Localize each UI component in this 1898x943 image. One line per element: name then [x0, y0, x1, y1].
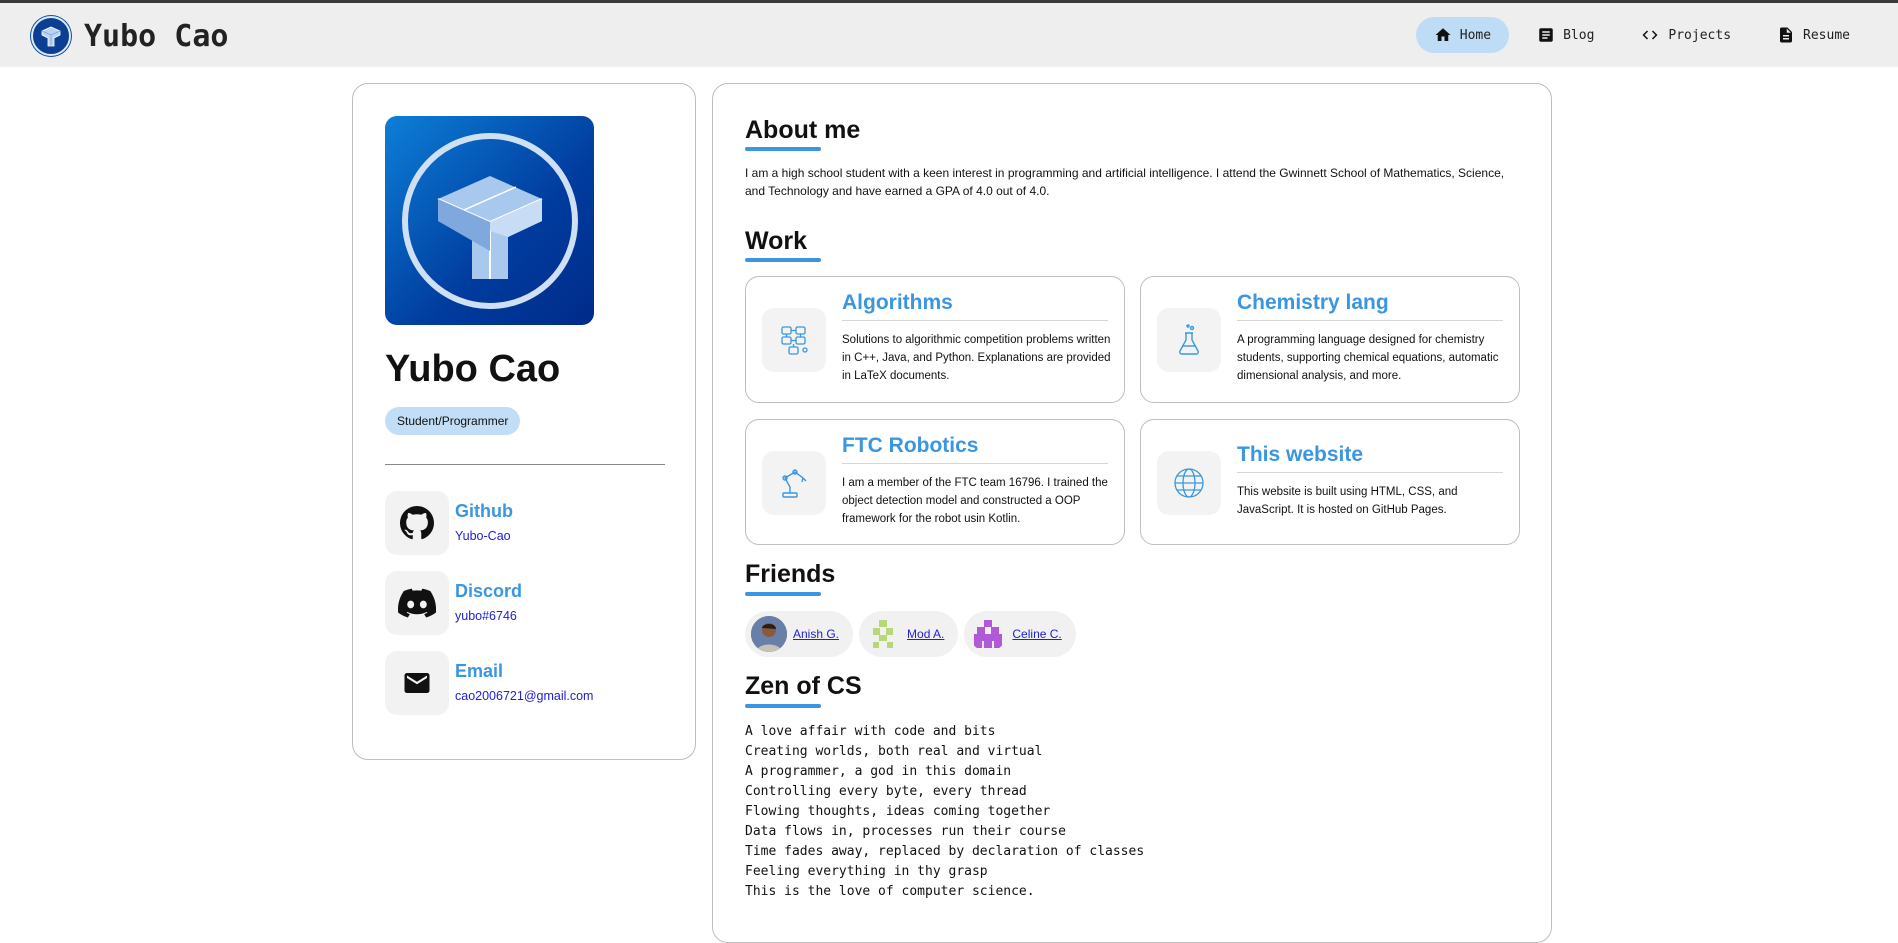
navbar: Yubo Cao Home Blog Projects Resume	[0, 3, 1898, 67]
work-card-algorithms[interactable]: Algorithms Solutions to algorithmic comp…	[745, 276, 1125, 403]
nav-projects[interactable]: Projects	[1622, 17, 1749, 53]
main-nav: Home Blog Projects Resume	[1406, 17, 1868, 53]
zen-line: Controlling every byte, every thread	[745, 784, 1027, 799]
zen-line: Data flows in, processes run their cours…	[745, 824, 1066, 839]
zen-line: Creating worlds, both real and virtual	[745, 744, 1043, 759]
work-desc-algorithms: Solutions to algorithmic competition pro…	[842, 334, 1111, 382]
friend-chip[interactable]: Celine C.	[964, 611, 1076, 657]
friend-avatar	[970, 616, 1006, 652]
globe-icon-box	[1157, 451, 1221, 515]
zen-underline	[745, 704, 821, 708]
about-underline	[745, 147, 821, 151]
logo-icon	[30, 15, 72, 57]
role-badge: Student/Programmer	[385, 407, 521, 435]
article-icon	[1539, 28, 1553, 42]
friend-avatar	[865, 616, 901, 652]
work-title-website: This website	[1237, 443, 1364, 466]
document-icon	[1780, 27, 1793, 43]
work-divider	[842, 463, 1108, 464]
work-divider	[842, 320, 1108, 321]
home-icon	[1435, 28, 1451, 41]
friends-title: Friends	[745, 560, 836, 588]
work-card-chemistry[interactable]: Chemistry lang A programming language de…	[1140, 276, 1520, 403]
about-text: I am a high school student with a keen i…	[745, 166, 1505, 198]
zen-line: A love affair with code and bits	[745, 724, 996, 739]
profile-avatar	[385, 116, 594, 325]
zen-poem: A love affair with code and bits Creatin…	[745, 722, 1144, 902]
work-desc-chemistry: A programming language designed for chem…	[1237, 334, 1499, 382]
work-divider	[1237, 472, 1503, 473]
discord-icon-box	[385, 571, 449, 635]
email-link[interactable]: cao2006721@gmail.com	[455, 689, 593, 703]
code-icon	[1642, 30, 1658, 40]
friend-avatar	[751, 616, 787, 652]
mail-icon	[404, 673, 430, 693]
main-card: About me I am a high school student with…	[712, 83, 1552, 943]
flask-icon-box	[1157, 308, 1221, 372]
nav-home-label: Home	[1459, 27, 1492, 43]
nav-home[interactable]: Home	[1415, 17, 1510, 53]
friend-name[interactable]: Anish G.	[793, 627, 839, 641]
work-title-algorithms: Algorithms	[842, 291, 953, 314]
profile-logo-icon	[401, 132, 578, 309]
work-divider	[1237, 320, 1503, 321]
nav-blog-label: Blog	[1563, 27, 1595, 43]
friend-name[interactable]: Celine C.	[1012, 627, 1061, 641]
github-icon-box	[385, 491, 449, 555]
globe-icon	[1174, 468, 1204, 498]
zen-title: Zen of CS	[745, 672, 862, 700]
discord-title: Discord	[455, 581, 523, 601]
work-title-chemistry: Chemistry lang	[1237, 291, 1389, 314]
discord-icon	[398, 588, 436, 618]
zen-line: Flowing thoughts, ideas coming together	[745, 804, 1051, 819]
github-link[interactable]: Yubo-Cao	[455, 529, 511, 543]
nav-resume[interactable]: Resume	[1759, 17, 1868, 53]
friend-name[interactable]: Mod A.	[907, 627, 944, 641]
contact-discord[interactable]: Discord yubo#6746	[385, 571, 675, 637]
about-title: About me	[745, 116, 861, 144]
contact-email[interactable]: Email cao2006721@gmail.com	[385, 651, 675, 717]
zen-line: Time fades away, replaced by declaration…	[745, 844, 1145, 859]
work-card-ftc[interactable]: FTC Robotics I am a member of the FTC te…	[745, 419, 1125, 545]
email-title: Email	[455, 661, 504, 681]
work-desc-ftc: I am a member of the FTC team 16796. I t…	[842, 477, 1108, 525]
github-title: Github	[455, 501, 513, 521]
work-title-ftc: FTC Robotics	[842, 434, 979, 457]
brand[interactable]: Yubo Cao	[30, 15, 229, 57]
friends-underline	[745, 592, 821, 596]
work-card-website[interactable]: This website This website is built using…	[1140, 419, 1520, 545]
zen-line: A programmer, a god in this domain	[745, 764, 1012, 779]
divider	[385, 464, 665, 465]
work-underline	[745, 258, 821, 262]
zen-line: This is the love of computer science.	[745, 884, 1035, 899]
brand-name: Yubo Cao	[84, 18, 229, 54]
nav-resume-label: Resume	[1803, 27, 1850, 43]
friend-chip[interactable]: Anish G.	[745, 611, 854, 657]
work-desc-website: This website is built using HTML, CSS, a…	[1237, 486, 1458, 516]
work-title: Work	[745, 227, 808, 255]
robot-arm-icon-box	[762, 451, 826, 515]
profile-name: Yubo Cao	[385, 348, 561, 390]
github-icon	[400, 506, 434, 540]
friend-chip[interactable]: Mod A.	[859, 611, 959, 657]
discord-handle[interactable]: yubo#6746	[455, 609, 517, 623]
nav-blog[interactable]: Blog	[1519, 17, 1612, 53]
algorithm-icon	[781, 326, 808, 355]
mail-icon-box	[385, 651, 449, 715]
nav-projects-label: Projects	[1668, 27, 1732, 43]
flask-icon	[1179, 324, 1199, 355]
robot-arm-icon	[782, 469, 807, 498]
zen-line: Feeling everything in thy grasp	[745, 864, 988, 879]
profile-card: Yubo Cao Student/Programmer Github Yubo-…	[352, 83, 696, 760]
algorithm-icon-box	[762, 308, 826, 372]
friends-list: Anish G. Mod A. Celine C.	[745, 611, 1082, 657]
contact-github[interactable]: Github Yubo-Cao	[385, 491, 675, 557]
